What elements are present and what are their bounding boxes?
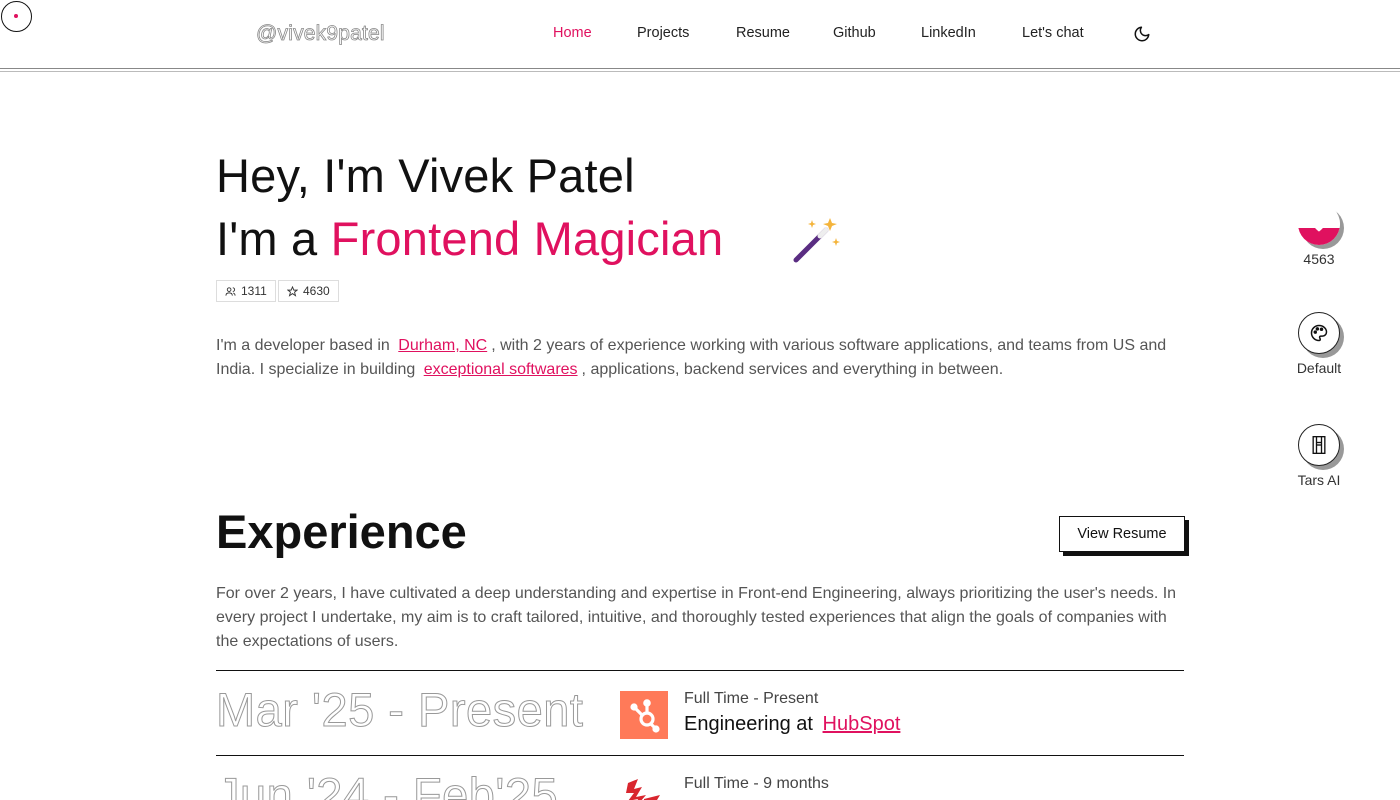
intro-text-3: , applications, backend services and eve… xyxy=(581,361,1004,378)
location-link[interactable]: Durham, NC xyxy=(398,337,487,354)
company-logo xyxy=(620,775,668,800)
experience-role: Engineering at HubSpot xyxy=(684,713,904,736)
experience-title: Experience xyxy=(216,505,467,558)
experience-description: For over 2 years, I have cultivated a de… xyxy=(216,585,1177,650)
site-logo[interactable]: @vivek9patel xyxy=(256,22,385,46)
nav-github[interactable]: Github xyxy=(833,25,876,41)
nav-projects[interactable]: Projects xyxy=(637,25,689,41)
hero-tagline-accent: Frontend Magician xyxy=(330,212,724,265)
experience-divider xyxy=(216,755,1184,756)
hero-tagline: I'm a Frontend Magician xyxy=(216,211,723,266)
tars-ai-label: Tars AI xyxy=(1297,472,1341,488)
header-divider xyxy=(0,68,1400,69)
experience-type: Full Time - Present xyxy=(684,690,819,707)
stars-count: 4630 xyxy=(303,284,330,298)
theme-picker[interactable]: Default xyxy=(1288,312,1350,376)
experience-divider xyxy=(216,670,1184,671)
users-icon xyxy=(225,286,236,296)
softwares-link[interactable]: exceptional softwares xyxy=(424,361,578,378)
view-resume-button[interactable]: View Resume xyxy=(1059,516,1185,552)
experience-type: Full Time - 9 months xyxy=(684,775,829,792)
tars-ai-button[interactable]: Tars AI xyxy=(1288,424,1350,488)
header-divider-secondary xyxy=(0,71,1400,72)
nav-linkedin[interactable]: LinkedIn xyxy=(921,25,976,41)
site-header: @vivek9patel Home Projects Resume Github… xyxy=(0,0,1400,68)
company-link[interactable]: HubSpot xyxy=(823,713,901,735)
followers-badge[interactable]: 1311 xyxy=(216,280,276,302)
heart-icon[interactable] xyxy=(1298,203,1340,245)
moon-icon[interactable] xyxy=(1133,25,1151,43)
like-button[interactable]: 4563 xyxy=(1288,203,1350,267)
hero-tagline-prefix: I'm a xyxy=(216,212,318,265)
intro-text-1: I'm a developer based in xyxy=(216,337,390,354)
palette-icon[interactable] xyxy=(1298,312,1340,354)
nav-resume[interactable]: Resume xyxy=(736,25,790,41)
followers-count: 1311 xyxy=(241,284,267,298)
hubspot-logo xyxy=(620,691,668,739)
experience-role-prefix: Engineering at xyxy=(684,713,813,735)
theme-label: Default xyxy=(1296,360,1342,376)
star-icon xyxy=(287,285,298,297)
experience-date: Jun '24 - Feb'25 xyxy=(215,768,559,800)
nav-home[interactable]: Home xyxy=(553,25,592,41)
experience-date: Mar '25 - Present xyxy=(216,683,584,737)
stars-badge[interactable]: 4630 xyxy=(278,280,339,302)
nav-lets-chat[interactable]: Let's chat xyxy=(1022,25,1084,41)
magic-wand-icon xyxy=(793,218,840,263)
robot-icon[interactable] xyxy=(1298,424,1340,466)
intro-paragraph: I'm a developer based in Durham, NC, wit… xyxy=(216,334,1191,382)
likes-count: 4563 xyxy=(1303,251,1335,267)
hero-greeting: Hey, I'm Vivek Patel xyxy=(216,149,635,202)
